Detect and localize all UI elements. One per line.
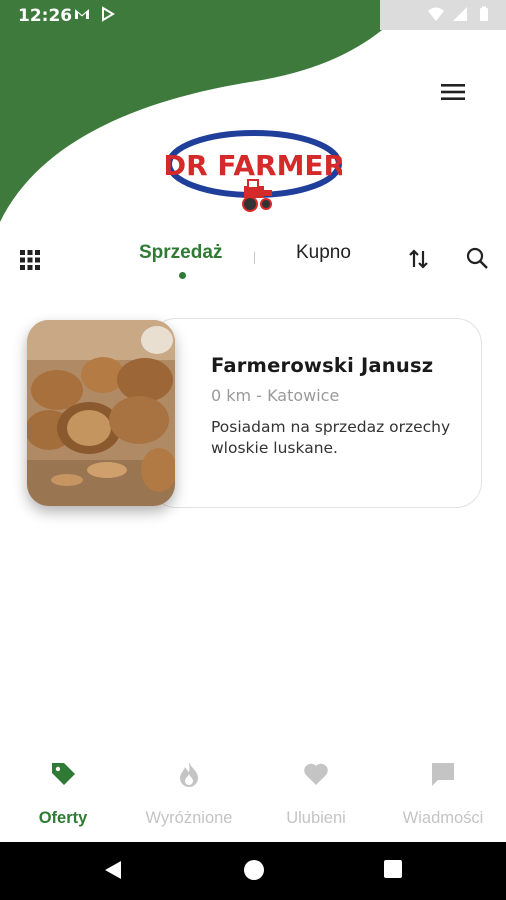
- hamburger-menu-icon[interactable]: [436, 78, 470, 106]
- flame-icon: [180, 762, 198, 787]
- offer-description: Posiadam na sprzedaz orzechy wloskie lus…: [211, 418, 451, 457]
- nav-item-oferty[interactable]: Oferty: [0, 758, 126, 832]
- system-nav-bar: [0, 842, 506, 900]
- search-icon[interactable]: [464, 245, 490, 271]
- nav-label-wyroznione: Wyróżnione: [145, 809, 233, 827]
- active-tab-indicator: [179, 272, 186, 279]
- walnuts-photo[interactable]: [27, 320, 175, 506]
- offer-location: 0 km - Katowice: [211, 386, 340, 405]
- home-icon[interactable]: [243, 859, 265, 881]
- nav-item-ulubieni[interactable]: Ulubieni: [253, 758, 379, 832]
- battery-icon: [480, 6, 488, 21]
- nav-label-ulubieni: Ulubieni: [286, 809, 346, 827]
- wifi-icon: [428, 7, 444, 21]
- bottom-nav: Oferty Wyróżnione Ulubieni Wiadmości: [0, 750, 506, 840]
- tag-icon: [52, 763, 75, 785]
- logo-text: DR FARMER: [166, 149, 342, 182]
- signal-icon: [453, 7, 467, 21]
- tabs-row: Sprzedaż Kupno: [0, 236, 506, 284]
- tab-sprzedaz[interactable]: Sprzedaż: [139, 242, 222, 264]
- tab-kupno[interactable]: Kupno: [296, 242, 351, 264]
- gmail-icon: [75, 9, 89, 19]
- dr-farmer-logo: DR FARMER: [163, 128, 345, 216]
- grid-icon[interactable]: [18, 248, 42, 272]
- recents-icon[interactable]: [383, 859, 403, 879]
- sort-icon[interactable]: [406, 246, 432, 272]
- status-bar: 12:26: [0, 0, 506, 30]
- status-time: 12:26: [18, 6, 73, 26]
- play-store-icon: [102, 6, 115, 22]
- chat-icon: [432, 763, 454, 786]
- heart-icon: [304, 763, 328, 785]
- tab-divider: [254, 252, 255, 264]
- back-icon[interactable]: [103, 859, 123, 881]
- nav-item-wiadomosci[interactable]: Wiadmości: [380, 758, 506, 832]
- nav-item-wyroznione[interactable]: Wyróżnione: [126, 758, 252, 832]
- offer-card[interactable]: [150, 318, 482, 508]
- nav-label-wiadomosci: Wiadmości: [402, 809, 484, 827]
- nav-label-oferty: Oferty: [38, 809, 88, 827]
- offer-seller-name: Farmerowski Janusz: [211, 354, 434, 377]
